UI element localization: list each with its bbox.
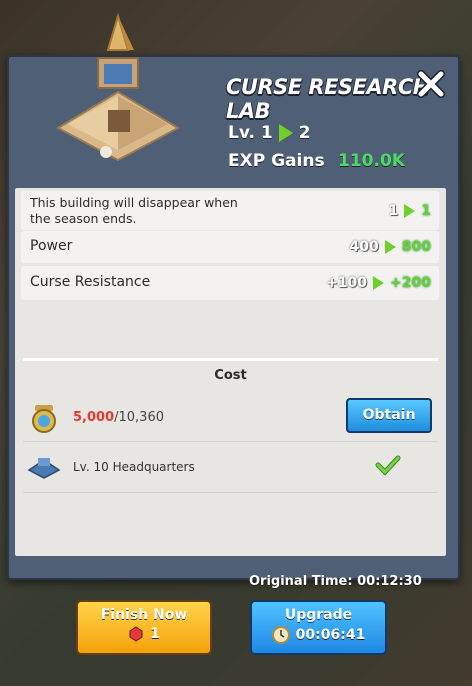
resource-jar-icon: [32, 405, 56, 433]
stat-new-value: 1: [421, 203, 431, 219]
finish-label: Finish Now: [100, 607, 188, 623]
exp-label: EXP Gains: [228, 151, 325, 171]
stat-row-season: This building will disappear when the se…: [21, 191, 439, 230]
stat-new-value: 800: [401, 239, 431, 255]
requirement-label: Lv. 10 Headquarters: [73, 460, 195, 474]
arrow-icon: [373, 276, 385, 290]
level-display: Lv. 1 2: [228, 123, 311, 143]
resource-have: 5,000: [73, 410, 115, 425]
close-icon[interactable]: [416, 69, 446, 99]
upgrade-time: 00:06:41: [252, 626, 385, 644]
clock-icon: [271, 626, 290, 644]
stat-new-value: +200: [390, 275, 431, 291]
next-level: 2: [298, 123, 311, 143]
exp-value: 110.0K: [338, 151, 405, 171]
original-time: Original Time: 00:12:30: [249, 574, 422, 589]
stat-label: Curse Resistance: [30, 274, 151, 290]
stat-label: This building will disappear when the se…: [30, 195, 238, 226]
stat-old-value: +100: [326, 275, 368, 291]
stat-row-curse-resistance: Curse Resistance +100 +200: [21, 266, 439, 300]
upgrade-time-value: 00:06:41: [295, 627, 366, 643]
pyramid-building-icon: [55, 12, 181, 162]
cost-header: Cost: [214, 368, 247, 383]
finish-cost: 1: [78, 626, 210, 642]
stat-values: 400 800: [350, 239, 431, 255]
upgrade-button[interactable]: Upgrade 00:06:41: [250, 600, 387, 655]
gem-icon: [129, 626, 143, 642]
arrow-icon: [404, 204, 416, 218]
stat-values: +100 +200: [326, 275, 431, 291]
stat-label: Power: [30, 238, 73, 254]
cost-row-requirement: Lv. 10 Headquarters: [23, 442, 438, 493]
checkmark-icon: [375, 455, 401, 476]
level-arrow-icon: [278, 124, 293, 142]
stat-old-value: 1: [388, 203, 399, 219]
stat-old-value: 400: [349, 239, 379, 255]
upgrade-label: Upgrade: [284, 607, 353, 623]
finish-cost-value: 1: [150, 626, 160, 642]
headquarters-icon: [27, 458, 61, 479]
current-level: Lv. 1: [228, 123, 273, 143]
obtain-button[interactable]: Obtain: [346, 398, 432, 433]
resource-need: /10,360: [114, 410, 164, 425]
divider: [23, 358, 438, 361]
stat-values: 1 1: [389, 203, 432, 219]
stat-row-power: Power 400 800: [21, 231, 439, 263]
resource-amount: 5,000/10,360: [73, 410, 164, 425]
arrow-icon: [384, 240, 396, 254]
finish-now-button[interactable]: Finish Now 1: [76, 600, 212, 655]
